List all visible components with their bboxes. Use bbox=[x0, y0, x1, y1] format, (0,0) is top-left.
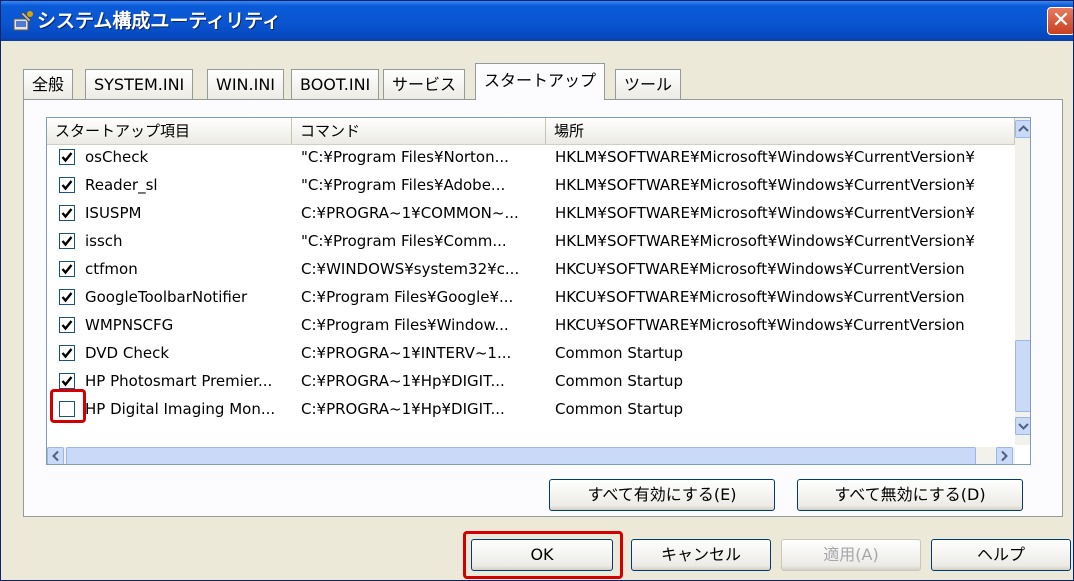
startup-item-name: DVD Check bbox=[85, 344, 170, 362]
startup-item-command: C:¥PROGRA~1¥COMMON~... bbox=[301, 204, 519, 222]
help-button[interactable]: ヘルプ bbox=[931, 539, 1071, 571]
tab-tools[interactable]: ツール bbox=[615, 69, 682, 99]
startup-item-location: HKLM¥SOFTWARE¥Microsoft¥Windows¥CurrentV… bbox=[555, 148, 975, 166]
cancel-button[interactable]: キャンセル bbox=[631, 539, 771, 571]
startup-item-command: "C:¥Program Files¥Norton... bbox=[301, 148, 509, 166]
list-row[interactable]: HP Digital Imaging Mon... C:¥PROGRA~1¥Hp… bbox=[47, 395, 1015, 423]
msconfig-window: システム構成ユーティリティ ✕ 全般 SYSTEM.INI WIN.INI BO… bbox=[0, 0, 1074, 581]
title-bar[interactable]: システム構成ユーティリティ ✕ bbox=[1, 1, 1073, 41]
startup-item-name: HP Digital Imaging Mon... bbox=[85, 400, 276, 418]
startup-item-name: osCheck bbox=[85, 148, 149, 166]
scroll-down-icon[interactable] bbox=[1015, 417, 1030, 435]
list-row[interactable]: GoogleToolbarNotifier C:¥Program Files¥G… bbox=[47, 283, 1015, 311]
startup-item-name: ISUSPM bbox=[85, 204, 142, 222]
startup-item-name: ctfmon bbox=[85, 260, 138, 278]
list-row[interactable]: WMPNSCFG C:¥Program Files¥Window... HKCU… bbox=[47, 311, 1015, 339]
startup-item-name: issch bbox=[85, 232, 123, 250]
startup-item-location: HKCU¥SOFTWARE¥Microsoft¥Windows¥CurrentV… bbox=[555, 260, 965, 278]
vertical-scrollbar[interactable] bbox=[1015, 118, 1030, 445]
checkbox-checked-icon[interactable] bbox=[59, 205, 75, 221]
scroll-right-icon[interactable] bbox=[996, 447, 1013, 464]
close-icon: ✕ bbox=[1051, 8, 1071, 33]
list-row[interactable]: issch "C:¥Program Files¥Comm... HKLM¥SOF… bbox=[47, 227, 1015, 255]
startup-item-command: C:¥PROGRA~1¥Hp¥DIGIT... bbox=[301, 400, 505, 418]
list-row[interactable]: ctfmon C:¥WINDOWS¥system32¥c... HKCU¥SOF… bbox=[47, 255, 1015, 283]
startup-item-command: C:¥Program Files¥Google¥... bbox=[301, 288, 514, 306]
checkbox-checked-icon[interactable] bbox=[59, 345, 75, 361]
checkbox-checked-icon[interactable] bbox=[59, 177, 75, 193]
startup-item-name: Reader_sl bbox=[85, 176, 158, 194]
startup-list[interactable]: スタートアップ項目 コマンド 場所 osCheck "C:¥Program Fi… bbox=[46, 117, 1031, 465]
tab-startup[interactable]: スタートアップ bbox=[475, 63, 606, 100]
startup-item-location: HKCU¥SOFTWARE¥Microsoft¥Windows¥CurrentV… bbox=[555, 316, 965, 334]
startup-item-command: "C:¥Program Files¥Adobe... bbox=[301, 176, 506, 194]
startup-item-name: GoogleToolbarNotifier bbox=[85, 288, 248, 306]
startup-item-command: C:¥PROGRA~1¥Hp¥DIGIT... bbox=[301, 372, 505, 390]
apply-button[interactable]: 適用(A) bbox=[781, 539, 921, 571]
list-row[interactable]: osCheck "C:¥Program Files¥Norton... HKLM… bbox=[47, 143, 1015, 171]
tab-boot-ini[interactable]: BOOT.INI bbox=[291, 69, 380, 99]
horizontal-scrollbar[interactable] bbox=[47, 447, 1015, 464]
startup-item-location: Common Startup bbox=[555, 400, 683, 418]
window-title: システム構成ユーティリティ bbox=[37, 10, 282, 32]
list-row[interactable]: ISUSPM C:¥PROGRA~1¥COMMON~... HKLM¥SOFTW… bbox=[47, 199, 1015, 227]
checkbox-checked-icon[interactable] bbox=[59, 233, 75, 249]
enable-all-button[interactable]: すべて有効にする(E) bbox=[549, 479, 775, 511]
scroll-up-icon[interactable] bbox=[1015, 120, 1030, 138]
checkbox-unchecked-icon[interactable] bbox=[59, 401, 75, 417]
checkbox-checked-icon[interactable] bbox=[59, 317, 75, 333]
ok-button[interactable]: OK bbox=[471, 539, 613, 571]
scroll-left-icon[interactable] bbox=[47, 447, 64, 464]
vertical-scroll-thumb[interactable] bbox=[1015, 340, 1030, 412]
list-row[interactable]: HP Photosmart Premier... C:¥PROGRA~1¥Hp¥… bbox=[47, 367, 1015, 395]
tab-services[interactable]: サービス bbox=[383, 69, 466, 99]
list-row[interactable]: DVD Check C:¥PROGRA~1¥INTERV~1... Common… bbox=[47, 339, 1015, 367]
startup-item-location: Common Startup bbox=[555, 344, 683, 362]
close-button[interactable]: ✕ bbox=[1047, 7, 1073, 35]
startup-item-command: C:¥Program Files¥Window... bbox=[301, 316, 509, 334]
startup-item-location: HKLM¥SOFTWARE¥Microsoft¥Windows¥CurrentV… bbox=[555, 176, 975, 194]
startup-item-name: HP Photosmart Premier... bbox=[85, 372, 273, 390]
horizontal-scroll-thumb[interactable] bbox=[66, 447, 976, 464]
startup-item-location: HKCU¥SOFTWARE¥Microsoft¥Windows¥CurrentV… bbox=[555, 288, 965, 306]
startup-item-location: Common Startup bbox=[555, 372, 683, 390]
checkbox-checked-icon[interactable] bbox=[59, 261, 75, 277]
startup-item-location: HKLM¥SOFTWARE¥Microsoft¥Windows¥CurrentV… bbox=[555, 232, 975, 250]
startup-item-command: "C:¥Program Files¥Comm... bbox=[301, 232, 507, 250]
list-header: スタートアップ項目 コマンド 場所 bbox=[47, 118, 1015, 145]
column-header-command[interactable]: コマンド bbox=[292, 118, 546, 144]
tab-win-ini[interactable]: WIN.INI bbox=[207, 69, 284, 99]
startup-item-command: C:¥PROGRA~1¥INTERV~1... bbox=[301, 344, 512, 362]
startup-item-command: C:¥WINDOWS¥system32¥c... bbox=[301, 260, 520, 278]
column-header-startup-item[interactable]: スタートアップ項目 bbox=[47, 118, 292, 144]
tab-system-ini[interactable]: SYSTEM.INI bbox=[85, 69, 194, 99]
column-header-location[interactable]: 場所 bbox=[546, 118, 1015, 144]
checkbox-checked-icon[interactable] bbox=[59, 289, 75, 305]
list-row[interactable]: Reader_sl "C:¥Program Files¥Adobe... HKL… bbox=[47, 171, 1015, 199]
tab-general[interactable]: 全般 bbox=[23, 69, 74, 99]
startup-item-location: HKLM¥SOFTWARE¥Microsoft¥Windows¥CurrentV… bbox=[555, 204, 975, 222]
checkbox-checked-icon[interactable] bbox=[59, 149, 75, 165]
disable-all-button[interactable]: すべて無効にする(D) bbox=[797, 479, 1023, 511]
checkbox-checked-icon[interactable] bbox=[59, 373, 75, 389]
startup-item-name: WMPNSCFG bbox=[85, 316, 174, 334]
msconfig-icon bbox=[13, 11, 33, 31]
